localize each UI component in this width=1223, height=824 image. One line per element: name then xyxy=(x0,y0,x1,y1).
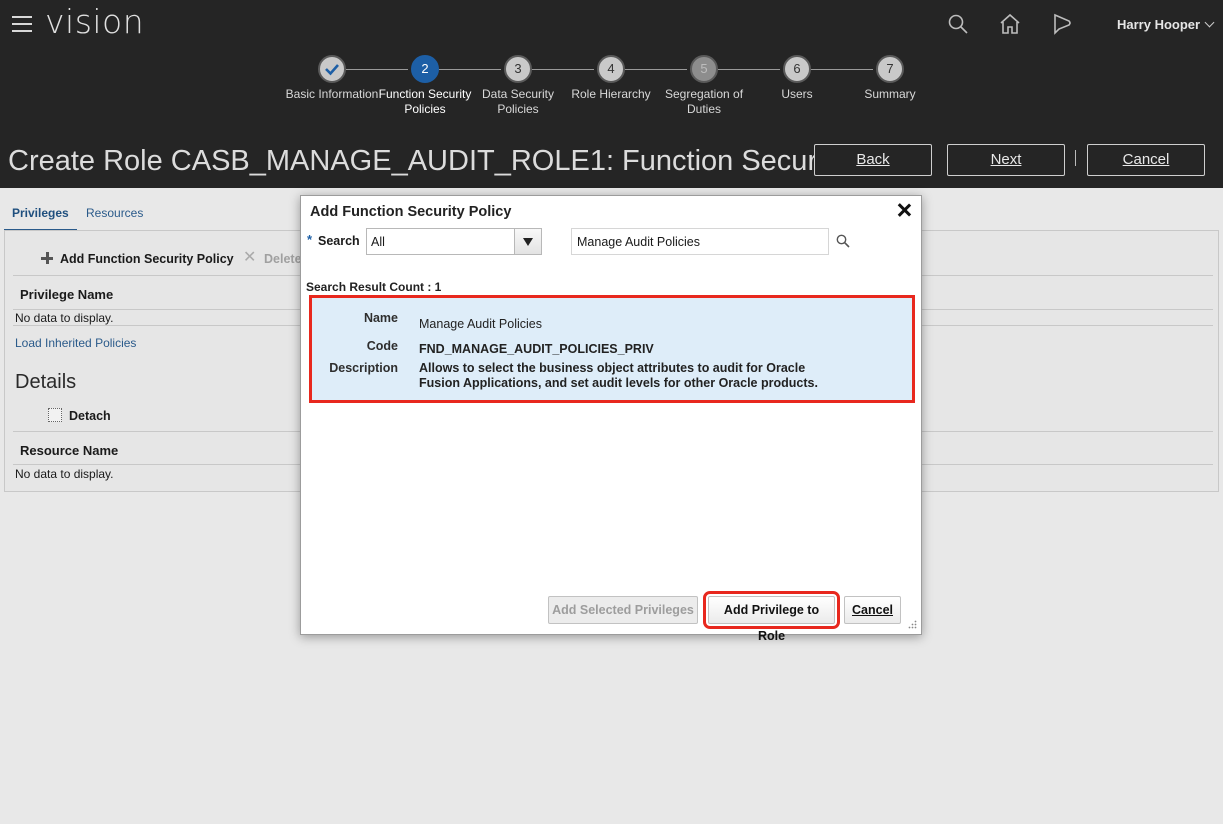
dropdown-arrow-icon[interactable] xyxy=(514,229,541,254)
user-name: Harry Hooper xyxy=(1117,17,1201,32)
dialog-cancel-button[interactable]: Cancel xyxy=(844,596,901,624)
search-result-card[interactable]: Name Manage Audit Policies Code FND_MANA… xyxy=(309,295,915,403)
search-label: Search xyxy=(318,234,360,248)
detach-button[interactable]: Detach xyxy=(69,409,111,423)
search-result-count: Search Result Count : 1 xyxy=(306,280,442,294)
process-train: Basic Information 2 Function Security Po… xyxy=(0,55,1223,130)
train-stop-role-hierarchy[interactable]: 4 Role Hierarchy xyxy=(561,55,661,102)
page-title: Create Role CASB_MANAGE_AUDIT_ROLE1: Fun… xyxy=(8,145,848,177)
notifications-icon[interactable] xyxy=(1050,12,1074,36)
add-privilege-to-role-button[interactable]: Add Privilege to Role xyxy=(703,591,840,643)
tab-privileges[interactable]: Privileges xyxy=(4,206,77,232)
resize-grip-icon[interactable] xyxy=(907,620,917,630)
back-button[interactable]: Back xyxy=(814,144,932,176)
result-description-label: Description xyxy=(329,361,398,375)
train-stop-summary[interactable]: 7 Summary xyxy=(840,55,940,102)
resources-empty-text: No data to display. xyxy=(15,467,114,481)
search-icon[interactable] xyxy=(946,12,970,36)
privileges-empty-text: No data to display. xyxy=(15,311,114,325)
train-stop-function-security-policies[interactable]: 2 Function Security Policies xyxy=(375,55,475,117)
brand-logo[interactable]: vision xyxy=(45,2,144,41)
load-inherited-policies-link[interactable]: Load Inherited Policies xyxy=(15,336,136,350)
search-scope-value: All xyxy=(371,235,385,249)
home-icon[interactable] xyxy=(998,12,1022,36)
add-function-security-policy-dialog: Add Function Security Policy * Search Al… xyxy=(300,195,922,643)
search-input[interactable]: Manage Audit Policies xyxy=(571,228,829,255)
user-menu[interactable]: Harry Hooper xyxy=(1117,17,1215,32)
result-code-label: Code xyxy=(366,339,398,353)
next-button[interactable]: Next xyxy=(947,144,1065,176)
add-function-security-policy-button[interactable]: Add Function Security Policy xyxy=(60,252,234,266)
result-code-value: FND_MANAGE_AUDIT_POLICIES_PRIV xyxy=(419,342,654,356)
train-stop-users[interactable]: 6 Users xyxy=(747,55,847,102)
required-indicator: * xyxy=(307,232,313,247)
add-selected-privileges-button: Add Selected Privileges xyxy=(548,596,698,624)
plus-icon[interactable] xyxy=(41,252,53,264)
separator xyxy=(1075,150,1076,166)
privilege-name-header[interactable]: Privilege Name xyxy=(20,287,113,302)
resource-name-header[interactable]: Resource Name xyxy=(20,443,118,458)
chevron-down-icon xyxy=(1204,17,1215,28)
train-stop-data-security-policies[interactable]: 3 Data Security Policies xyxy=(468,55,568,117)
train-stop-basic-information[interactable]: Basic Information xyxy=(282,55,382,102)
result-description-value: Allows to select the business object att… xyxy=(419,361,818,390)
search-icon[interactable] xyxy=(836,234,850,248)
delete-icon: ✕ xyxy=(243,249,257,266)
cancel-button[interactable]: Cancel xyxy=(1087,144,1205,176)
app-header: vision Harry Hooper Basic Information 2 … xyxy=(0,0,1223,188)
close-icon[interactable] xyxy=(897,203,911,217)
menu-icon[interactable] xyxy=(12,16,32,32)
details-heading: Details xyxy=(15,371,77,393)
checkmark-icon xyxy=(318,55,346,83)
detach-icon[interactable] xyxy=(48,408,62,422)
train-stop-segregation-of-duties: 5 Segregation of Duties xyxy=(654,55,754,117)
search-scope-select[interactable]: All xyxy=(366,228,542,255)
result-name-value: Manage Audit Policies xyxy=(419,317,542,331)
result-name-label: Name xyxy=(363,311,398,325)
tab-resources[interactable]: Resources xyxy=(86,206,143,220)
dialog-title: Add Function Security Policy xyxy=(310,204,512,220)
